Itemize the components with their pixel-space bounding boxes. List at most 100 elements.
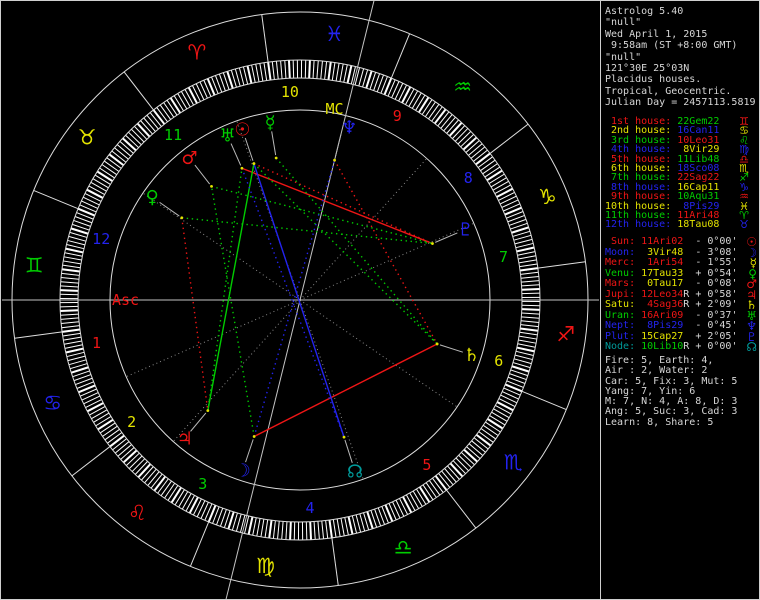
degree-tick (186, 495, 195, 511)
house-number-11: 11 (164, 126, 182, 144)
planet-pointer (345, 440, 352, 463)
degree-tick (63, 337, 81, 340)
sign-glyph-sagittarius: ♐ (556, 322, 575, 346)
degree-tick (518, 256, 536, 259)
planet-degree-dot (436, 343, 439, 346)
degree-tick (245, 516, 249, 534)
degree-tick (356, 515, 361, 532)
degree-tick (485, 422, 500, 432)
degree-tick (261, 519, 264, 537)
planet-degree-dot (180, 216, 183, 219)
sign-glyph-cancer: ♋ (43, 391, 62, 415)
degree-tick (519, 264, 537, 267)
aspect-line-uranus-node (242, 168, 344, 437)
degree-tick (154, 476, 165, 490)
degree-tick (87, 403, 103, 411)
degree-tick (278, 521, 280, 539)
degree-tick (286, 522, 287, 540)
sign-glyph-virgo: ♍ (256, 554, 275, 578)
degree-tick (197, 501, 205, 517)
header-line: Wed April 1, 2015 (605, 29, 756, 40)
degree-tick (282, 521, 283, 539)
degree-tick (172, 488, 182, 503)
degree-tick (410, 493, 419, 509)
degree-tick (66, 249, 84, 253)
degree-tick (272, 62, 274, 80)
degree-tick (522, 289, 540, 290)
wheel-planet-mars: ♂ (181, 148, 197, 169)
degree-tick (61, 278, 79, 280)
aspect-line-jupiter-uranus (208, 168, 242, 410)
element-summary: Fire: 5, Earth: 4,Air : 2, Water: 2Car: … (605, 356, 737, 428)
degree-tick (96, 416, 111, 425)
sign-glyph-pisces: ♓ (325, 22, 344, 46)
degree-tick (100, 423, 115, 433)
degree-tick (91, 410, 107, 419)
degree-tick (60, 286, 78, 287)
degree-tick (192, 85, 200, 101)
degree-tick (69, 360, 86, 365)
degree-tick (98, 420, 113, 430)
degree-tick (181, 91, 190, 107)
degree-tick (491, 178, 506, 187)
sign-glyph-leo: ♌ (128, 501, 147, 525)
degree-tick (256, 64, 259, 82)
degree-tick (429, 480, 439, 495)
degree-tick (85, 400, 101, 408)
degree-tick (517, 252, 535, 256)
house-number-12: 12 (92, 230, 110, 248)
degree-tick (399, 85, 407, 101)
degree-tick (281, 61, 282, 79)
degree-tick (236, 514, 241, 531)
degree-tick (515, 239, 532, 244)
degree-tick (147, 115, 158, 129)
degree-tick (456, 458, 469, 471)
house-cusp-line (173, 300, 300, 442)
degree-tick (514, 235, 531, 240)
house-number-1: 1 (92, 334, 101, 352)
degree-tick (61, 273, 79, 275)
degree-tick (395, 83, 403, 99)
wheel-planet-saturn: ♄ (463, 345, 479, 366)
aspect-line-moon-saturn (254, 344, 437, 437)
house-cusp-line (300, 300, 457, 407)
wheel-planet-uranus: ♅ (219, 125, 235, 146)
degree-tick (497, 402, 513, 410)
degree-tick (442, 471, 453, 485)
wheel-planet-node: ☊ (347, 461, 363, 482)
degree-tick (458, 131, 471, 144)
chart-header: Astrolog 5.40 "null"Wed April 1, 2015 9:… (605, 6, 756, 109)
chart-wheel: ♈♉♊♋♌♍♎♏♐♑♒♓123456789101112AscMC☉☽☿♀♂♃♄♅… (0, 0, 601, 600)
header-line: "null" (605, 52, 756, 63)
degree-tick (117, 145, 131, 157)
degree-tick (522, 285, 540, 286)
degree-tick (193, 499, 201, 515)
planet-degree-dot (206, 409, 209, 412)
degree-tick (289, 60, 290, 78)
degree-tick (517, 348, 535, 352)
degree-tick (483, 164, 498, 174)
degree-tick (483, 425, 498, 435)
degree-tick (441, 114, 452, 128)
degree-tick (472, 441, 486, 452)
degree-tick (115, 442, 129, 453)
planet-pointer (160, 202, 180, 216)
house-number-2: 2 (127, 413, 136, 431)
degree-tick (450, 463, 462, 476)
degree-tick (290, 522, 291, 540)
house-number-7: 7 (499, 248, 508, 266)
degree-tick (253, 518, 257, 536)
house-number-8: 8 (464, 169, 473, 187)
degree-tick (83, 197, 99, 205)
degree-tick (520, 328, 538, 330)
midheaven-label: MC (325, 100, 343, 118)
degree-tick (445, 468, 457, 482)
degree-tick (137, 123, 149, 136)
degree-tick (200, 82, 208, 98)
degree-tick (444, 117, 456, 131)
sign-boundary (34, 190, 78, 208)
degree-tick (110, 436, 124, 447)
degree-tick (488, 419, 503, 429)
planet-icon: ☊ (746, 341, 757, 353)
sign-boundary (124, 72, 153, 110)
